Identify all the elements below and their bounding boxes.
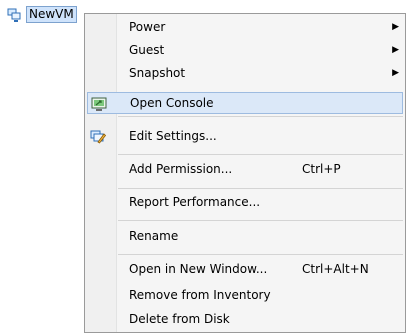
submenu-arrow-icon: ▶ [392, 45, 399, 55]
menu-separator [118, 154, 403, 155]
menu-separator [118, 188, 403, 189]
submenu-arrow-icon: ▶ [392, 22, 399, 32]
menu-item-label: Report Performance... [129, 195, 261, 209]
menu-item-label: Open Console [130, 96, 214, 110]
menu-separator [118, 220, 403, 221]
menu-item-delete-from-disk[interactable]: Delete from Disk [87, 308, 403, 330]
menu-item-power[interactable]: Power ▶ [87, 16, 403, 38]
vm-name-label[interactable]: NewVM [26, 6, 77, 23]
menu-item-label: Power [129, 20, 166, 34]
menu-item-label: Add Permission... [129, 162, 233, 176]
menu-item-add-permission[interactable]: Add Permission... Ctrl+P [87, 158, 403, 180]
menu-separator [118, 116, 403, 117]
menu-item-label: Snapshot [129, 66, 186, 80]
menu-item-label: Delete from Disk [129, 312, 230, 326]
menu-item-open-console[interactable]: Open Console [87, 92, 403, 114]
context-menu: Power ▶ Guest ▶ Snapshot ▶ Open Console [84, 13, 406, 333]
menu-item-rename[interactable]: Rename [87, 225, 403, 247]
virtual-machine-icon [6, 6, 23, 23]
vm-tree-node[interactable]: NewVM [6, 6, 77, 23]
menu-item-snapshot[interactable]: Snapshot ▶ [87, 62, 403, 84]
menu-shortcut: Ctrl+Alt+N [302, 262, 369, 276]
menu-shortcut: Ctrl+P [302, 162, 341, 176]
console-icon [90, 95, 108, 113]
menu-item-guest[interactable]: Guest ▶ [87, 39, 403, 61]
submenu-arrow-icon: ▶ [392, 68, 399, 78]
menu-item-label: Open in New Window... [129, 262, 268, 276]
edit-settings-icon [89, 127, 107, 145]
menu-item-label: Rename [129, 229, 179, 243]
menu-item-report-performance[interactable]: Report Performance... [87, 191, 403, 213]
menu-item-remove-from-inventory[interactable]: Remove from Inventory [87, 284, 403, 306]
menu-item-label: Remove from Inventory [129, 288, 271, 302]
menu-item-label: Edit Settings... [129, 129, 217, 143]
menu-item-edit-settings[interactable]: Edit Settings... [87, 125, 403, 147]
menu-separator [118, 254, 403, 255]
menu-item-open-in-new-window[interactable]: Open in New Window... Ctrl+Alt+N [87, 258, 403, 280]
menu-item-label: Guest [129, 43, 165, 57]
